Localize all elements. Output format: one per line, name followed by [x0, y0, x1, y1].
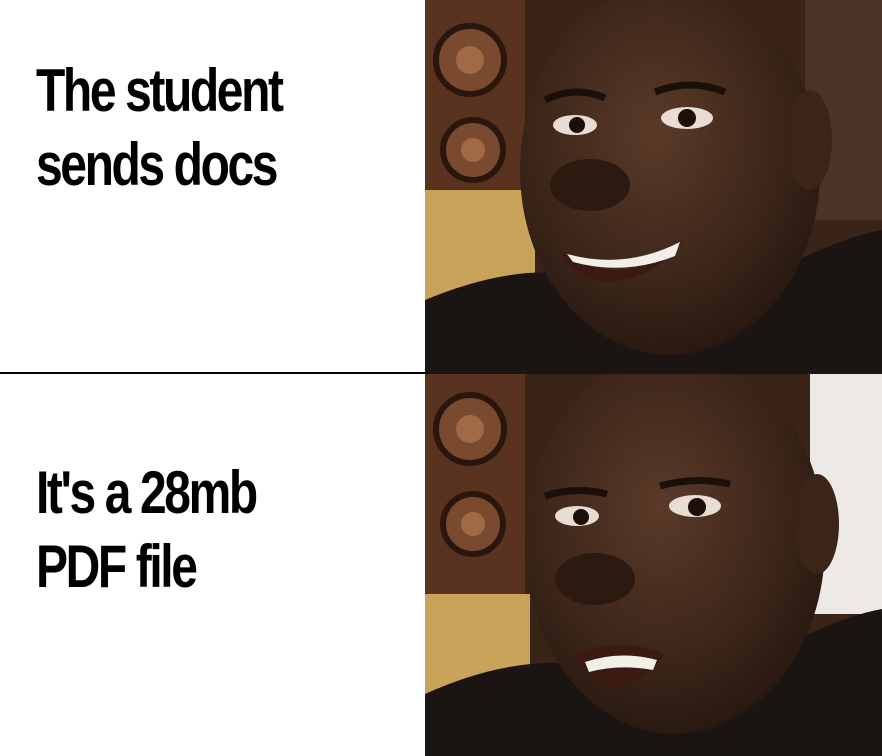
meme-panel-bottom: It's a 28mb PDF file — [0, 374, 882, 756]
caption-top-line-2: sends docs — [36, 131, 279, 198]
caption-cell-top: The student sends docs — [0, 0, 425, 374]
caption-top: The student sends docs — [36, 54, 284, 202]
caption-bottom: It's a 28mb PDF file — [36, 456, 258, 604]
caption-bottom-line-1: It's a 28mb — [36, 459, 258, 526]
meme-panel-top: The student sends docs — [0, 0, 882, 374]
caption-top-line-1: The student — [36, 57, 284, 124]
happy-reaction-image — [425, 0, 882, 374]
disappointed-reaction-image — [425, 374, 882, 756]
caption-cell-bottom: It's a 28mb PDF file — [0, 374, 425, 756]
caption-bottom-line-2: PDF file — [36, 533, 198, 600]
